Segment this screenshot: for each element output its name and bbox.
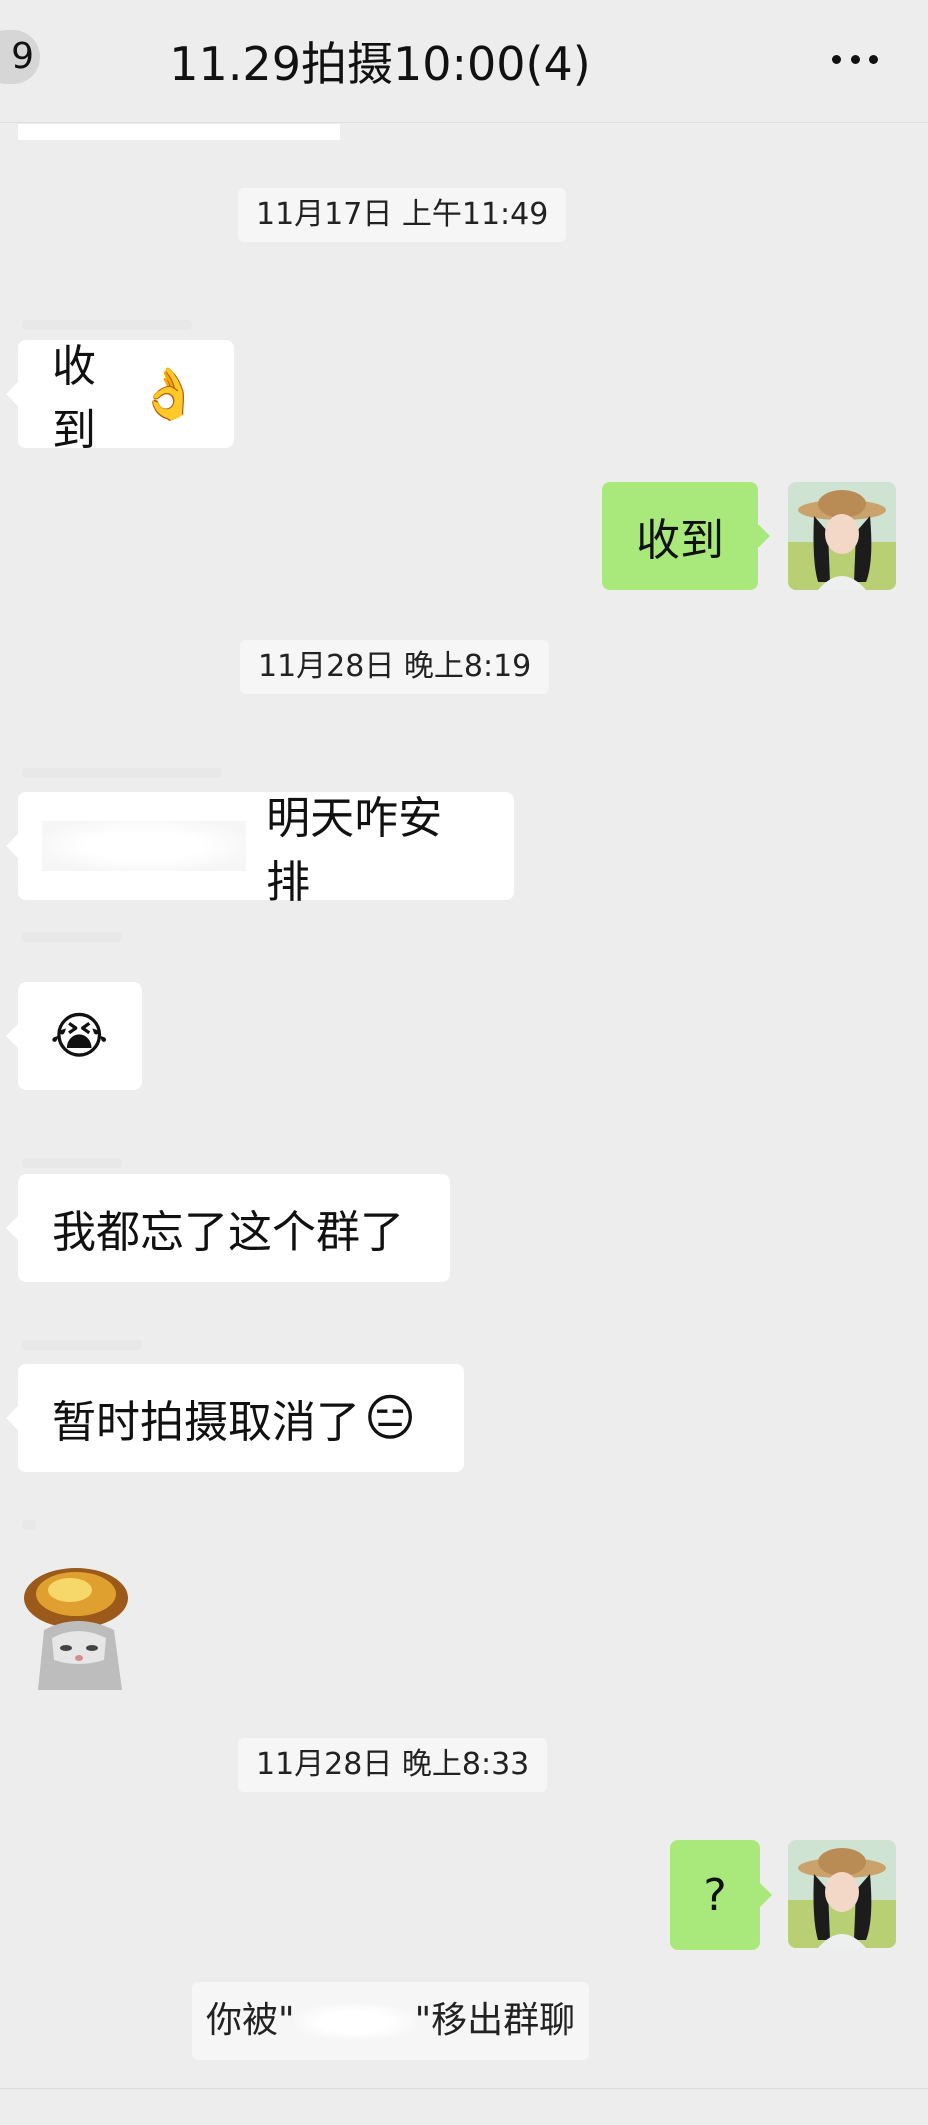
redacted-mention [42,821,247,871]
sender-name-redacted [22,320,192,330]
message-bubble-self[interactable]: 收到 [602,482,770,590]
message-text: 暂时拍摄取消了 [52,1397,360,1448]
sender-name-redacted [22,932,122,942]
redacted-block [18,124,340,140]
message-text: 收到 [636,515,724,566]
redacted-name [294,2004,415,2040]
message-text: ? [703,1869,727,1921]
system-notice-removed: 你被" "移出群聊 [192,1982,590,2060]
notice-suffix: "移出群聊 [414,2000,576,2041]
message-bubble-other[interactable]: 明天咋安排 [6,792,514,908]
sender-name-redacted [22,1158,122,1168]
message-bubble-other[interactable]: 😭 [6,982,142,1090]
more-horizontal-icon[interactable] [832,55,878,65]
expressionless-emoji-icon: 😑 [364,1389,417,1447]
message-bubble-other[interactable]: 收到 👌 [6,340,234,456]
message-text: 我都忘了这个群了 [52,1207,404,1258]
message-bubble-other[interactable]: 暂时拍摄取消了 😑 [6,1364,464,1472]
ok-hand-emoji-icon: 👌 [137,365,200,423]
notice-prefix: 你被" [206,2000,295,2041]
avatar-self[interactable] [788,482,896,590]
avatar-self[interactable] [788,1840,896,1948]
message-text: 收到 [52,341,96,456]
sender-name-redacted [22,768,222,778]
sender-name-redacted [22,1520,36,1530]
timestamp: 11月28日 晚上8:19 [240,640,550,694]
timestamp: 11月28日 晚上8:33 [238,1738,548,1792]
cat-explosion-sticker[interactable] [18,1560,142,1690]
message-bubble-other[interactable]: 我都忘了这个群了 [6,1174,450,1282]
crying-emoji-icon: 😭 [50,1007,109,1065]
message-text: 明天咋安排 [266,793,443,908]
chat-title: 11.29拍摄10:00(4) [169,37,591,91]
divider [0,2088,928,2089]
sender-name-redacted [22,1340,142,1350]
timestamp: 11月17日 上午11:49 [238,188,567,242]
chat-header: 9 11.29拍摄10:00(4) [0,0,928,123]
message-bubble-self[interactable]: ? [670,1840,772,1950]
